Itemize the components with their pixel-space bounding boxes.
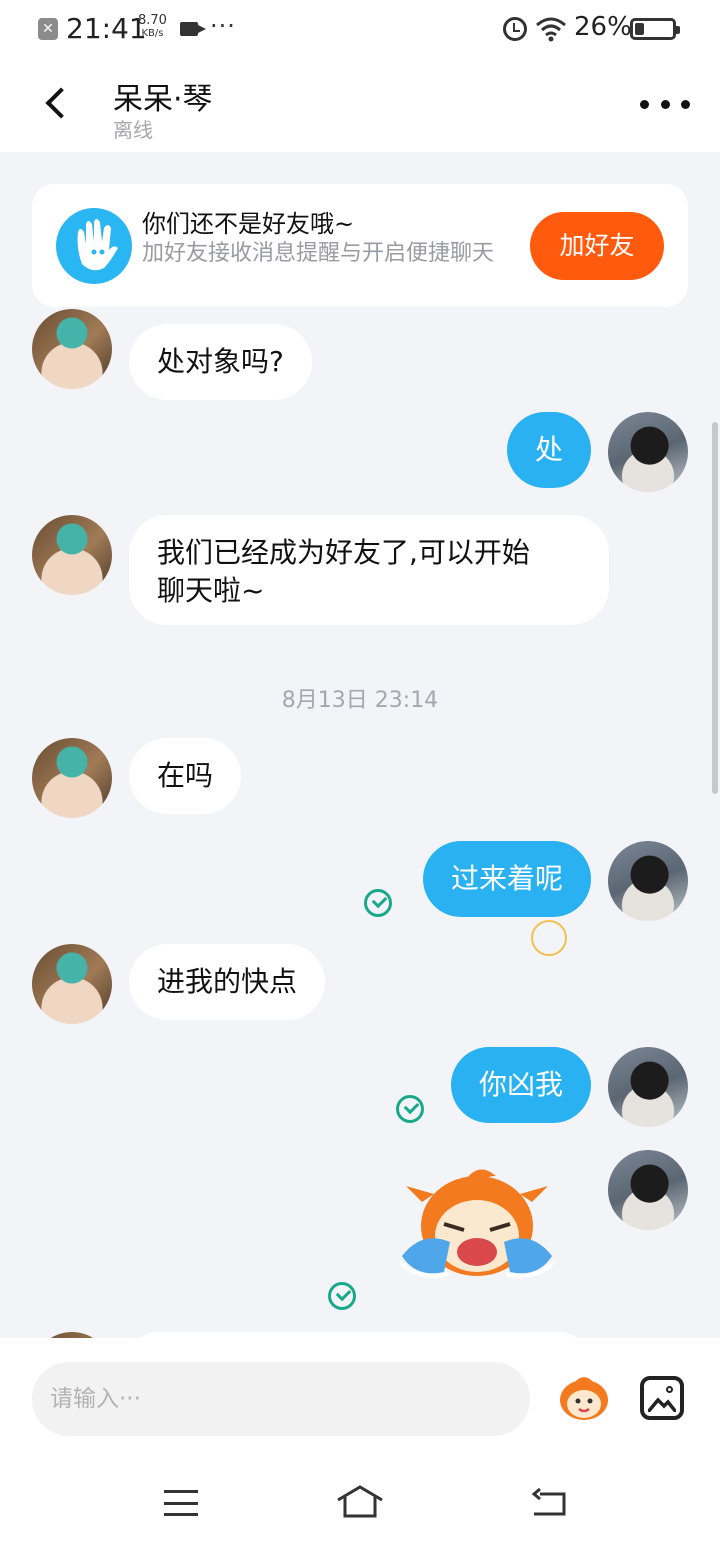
message-bubble-incoming[interactable]: 我们已经成为好友了,可以开始 聊天啦~	[129, 515, 609, 625]
message-line: 聊天啦~	[157, 574, 265, 607]
back-arrow-icon[interactable]	[40, 84, 80, 124]
crying-orange-fox-sticker[interactable]	[392, 1164, 562, 1294]
wifi-icon	[536, 17, 566, 42]
self-avatar[interactable]	[608, 1150, 688, 1230]
message-input[interactable]	[32, 1362, 530, 1436]
chat-area[interactable]: 处对象吗? 处 我们已经成为好友了,可以开始 聊天啦~ 8月13日 23:14 …	[0, 152, 720, 1338]
contact-avatar[interactable]	[32, 309, 112, 389]
chat-header: 呆呆·琴 离线	[0, 58, 720, 152]
network-speed-value: 8.70	[138, 13, 167, 28]
status-bar: ✕ 21:41 8.70 KB/s ··· 26%	[0, 0, 720, 58]
hand-wave-icon	[56, 208, 132, 284]
read-check-icon	[328, 1282, 356, 1310]
self-avatar[interactable]	[608, 841, 688, 921]
loading-spinner-icon	[531, 920, 567, 956]
contact-avatar[interactable]	[32, 738, 112, 818]
image-icon-sun	[666, 1386, 673, 1393]
message-timestamp: 8月13日 23:14	[281, 688, 439, 713]
self-avatar[interactable]	[608, 1047, 688, 1127]
status-more-icon: ···	[210, 12, 236, 40]
battery-level-fill	[635, 23, 644, 35]
add-friend-button[interactable]: 加好友	[530, 212, 664, 280]
message-bubble-outgoing[interactable]: 你凶我	[450, 1047, 591, 1123]
status-time: 21:41	[66, 12, 147, 45]
emoji-sticker-icon[interactable]	[555, 1372, 613, 1424]
system-nav-bar	[0, 1456, 720, 1544]
battery-percent: 26%	[574, 12, 632, 42]
message-bubble-incoming[interactable]: 在吗	[129, 738, 242, 814]
notification-close-icon: ✕	[38, 18, 58, 40]
self-avatar[interactable]	[608, 412, 688, 492]
message-bubble-incoming[interactable]: 进我的快点	[129, 944, 326, 1020]
message-bubble-outgoing[interactable]: 处	[506, 412, 591, 488]
back-icon[interactable]	[530, 1488, 568, 1518]
home-icon[interactable]	[336, 1484, 384, 1520]
chat-scrollbar[interactable]	[712, 422, 718, 794]
image-icon[interactable]	[640, 1376, 684, 1420]
banner-title: 你们还不是好友哦~	[142, 210, 355, 238]
network-speed-unit: KB/s	[141, 28, 164, 39]
menu-icon[interactable]	[164, 1490, 198, 1516]
image-icon-mountain	[648, 1397, 676, 1412]
read-check-icon	[364, 889, 392, 917]
contact-name: 呆呆·琴	[113, 82, 213, 117]
contact-avatar[interactable]	[32, 944, 112, 1024]
contact-avatar[interactable]	[32, 515, 112, 595]
add-friend-banner: 你们还不是好友哦~ 加好友接收消息提醒与开启便捷聊天 加好友	[32, 184, 688, 307]
video-icon	[180, 22, 206, 36]
message-bubble-outgoing[interactable]: 过来着呢	[422, 841, 591, 917]
message-line: 我们已经成为好友了,可以开始	[157, 536, 530, 569]
read-check-icon	[396, 1095, 424, 1123]
banner-text: 加好友接收消息提醒与开启便捷聊天	[142, 241, 495, 266]
more-dots-icon[interactable]	[640, 92, 690, 116]
network-speed: 8.70 KB/s	[138, 14, 167, 40]
battery-icon	[630, 18, 680, 40]
contact-status: 离线	[113, 118, 153, 142]
message-bubble-incoming[interactable]: 处对象吗?	[129, 324, 312, 400]
alarm-icon	[503, 17, 527, 41]
